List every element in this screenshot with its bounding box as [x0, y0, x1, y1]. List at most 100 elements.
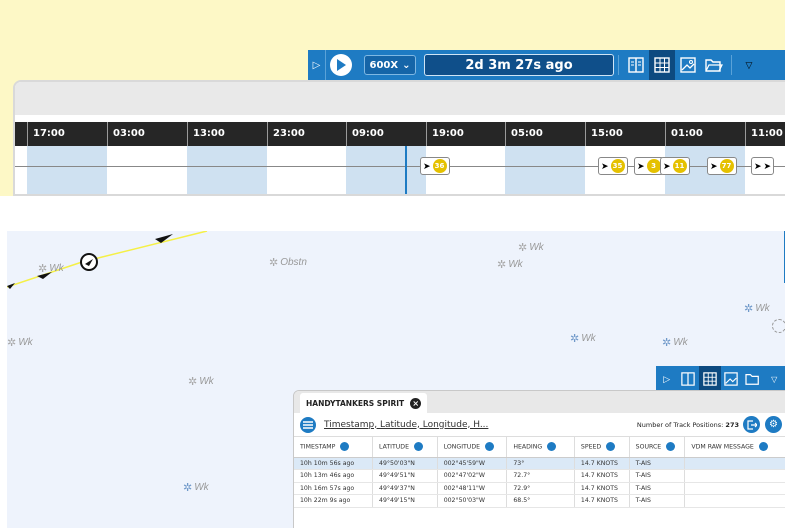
table-view-button[interactable] [649, 50, 675, 80]
cell-vdm-raw-message [684, 457, 785, 470]
wreck-label[interactable]: ✲ Wk [38, 262, 64, 275]
wreck-label[interactable]: ✲ Wk [497, 258, 523, 271]
table-row[interactable]: 10h 13m 46s ago 49°49'51"N 002°47'02"W 7… [294, 469, 785, 483]
track-marker[interactable]: ➤ 77 [707, 157, 737, 175]
cluster-marker[interactable] [772, 319, 785, 333]
heading-arrow-icon: ➤ [601, 160, 609, 171]
heading-arrow-icon: ➤ [423, 160, 431, 171]
image-export-button[interactable] [675, 50, 701, 80]
cell-longitude: 002°47'02"W [437, 469, 508, 483]
vessel-position-icon[interactable] [80, 253, 98, 271]
collapse-toolbar-button[interactable]: ▷ [308, 50, 326, 80]
column-header-speed[interactable]: SPEED [574, 437, 630, 458]
sort-icon[interactable] [666, 442, 676, 452]
sort-icon[interactable] [413, 442, 423, 452]
wreck-label[interactable]: ✲ Wk [744, 302, 770, 315]
sort-icon[interactable] [485, 442, 495, 452]
tab-vessel[interactable]: HANDYTANKERS SPIRIT × [300, 393, 428, 413]
tick-label: 09:00 [352, 128, 384, 139]
timeline-panel: 17:00 03:00 13:00 23:00 09:00 19:00 05:0… [13, 80, 785, 196]
play-icon [330, 54, 352, 76]
tick-label: 01:00 [671, 128, 703, 139]
table-menu-button[interactable]: ▽ [764, 366, 785, 392]
ruler-tick [107, 122, 108, 146]
close-icon[interactable]: × [410, 397, 422, 409]
gear-icon: ⚙ [769, 419, 778, 430]
search-input[interactable]: Timestamp, Latitude, Longitude, H... [324, 420, 488, 430]
cell-vdm-raw-message [684, 482, 785, 495]
cell-longitude: 002°50'03"W [437, 494, 508, 508]
cell-vdm-raw-message [684, 469, 785, 483]
split-view-button[interactable] [623, 50, 649, 80]
cell-heading: 72.9° [506, 482, 575, 495]
wreck-label-text: Wk [529, 242, 544, 253]
wreck-label[interactable]: ✲ Wk [518, 241, 544, 254]
column-header-source[interactable]: SOURCE [629, 437, 686, 458]
table-grid-icon [703, 372, 717, 386]
column-label: HEADING [513, 443, 543, 451]
sort-icon[interactable] [606, 442, 616, 452]
wreck-label-text: Wk [755, 303, 770, 314]
track-positions-panel: HANDYTANKERS SPIRIT × Timestamp, Latitud… [293, 390, 785, 528]
column-label: VDM RAW MESSAGE [691, 443, 754, 451]
table-row[interactable]: 10h 22m 9s ago 49°49'15"N 002°50'03"W 68… [294, 494, 785, 508]
wreck-label[interactable]: ✲ Wk [662, 336, 688, 349]
cell-heading: 73° [506, 457, 575, 470]
playback-speed-select[interactable]: 600X ⌄ [364, 55, 416, 75]
split-view-button[interactable] [678, 366, 700, 392]
tick-label: 11:00 [751, 128, 783, 139]
settings-button[interactable]: ⚙ [765, 416, 782, 433]
playback-speed-value: 600X [369, 59, 399, 71]
image-export-button[interactable] [721, 366, 743, 392]
ruler-tick [585, 122, 586, 146]
track-marker[interactable]: ➤ 11 [660, 157, 690, 175]
column-label: TIMESTAMP [300, 443, 336, 451]
wreck-label[interactable]: ✲ Wk [570, 332, 596, 345]
column-header-longitude[interactable]: LONGITUDE [437, 437, 508, 458]
sort-icon[interactable] [547, 442, 557, 452]
wreck-label-text: Wk [194, 482, 209, 493]
playback-toolbar: ▷ 600X ⌄ 2d 3m 27s ago ▽ [308, 50, 785, 80]
event-count-badge: 77 [719, 159, 734, 173]
obstruction-label-text: Obstn [280, 257, 307, 268]
elapsed-time-display[interactable]: 2d 3m 27s ago [424, 54, 614, 76]
column-header-latitude[interactable]: LATITUDE [372, 437, 438, 458]
track-marker[interactable]: ➤ 35 [598, 157, 628, 175]
wreck-label[interactable]: ✲ Wk [7, 336, 33, 349]
image-icon [724, 372, 738, 386]
table-row[interactable]: 10h 10m 56s ago 49°50'03"N 002°45'59"W 7… [294, 457, 785, 470]
table-row[interactable]: 10h 16m 57s ago 49°49'37"N 002°48'11"W 7… [294, 482, 785, 495]
wreck-label[interactable]: ✲ Wk [188, 375, 214, 388]
collapse-table-toolbar-button[interactable]: ▷ [656, 366, 678, 392]
split-view-icon [628, 57, 644, 73]
wreck-label[interactable]: ✲ Wk [183, 481, 209, 494]
obstruction-label[interactable]: ✲ Obstn [269, 256, 307, 269]
heading-arrow-icon: ➤ [663, 160, 671, 171]
cell-heading: 68.5° [506, 494, 575, 508]
column-label: SOURCE [635, 443, 662, 451]
track-marker[interactable]: ➤ ➤ [751, 157, 775, 175]
column-header-heading[interactable]: HEADING [506, 437, 575, 458]
tick-label: 19:00 [432, 128, 464, 139]
tick-label: 15:00 [591, 128, 623, 139]
open-folder-button[interactable] [742, 366, 764, 392]
toolbar-menu-button[interactable]: ▽ [736, 50, 762, 80]
list-toggle-button[interactable] [300, 416, 316, 433]
track-marker[interactable]: ➤ 36 [420, 157, 450, 175]
playhead-cursor[interactable] [405, 146, 407, 194]
column-header-timestamp[interactable]: TIMESTAMP [294, 437, 374, 458]
open-folder-button[interactable] [701, 50, 727, 80]
column-header-vdm-raw-message[interactable]: VDM RAW MESSAGE [684, 437, 785, 458]
sort-icon[interactable] [758, 442, 768, 452]
ruler-tick [187, 122, 188, 146]
toolbar-divider [618, 55, 619, 75]
ruler-tick [426, 122, 427, 146]
export-button[interactable] [743, 416, 760, 433]
wreck-icon: ✲ [570, 333, 580, 345]
chevron-right-icon: ▷ [312, 59, 321, 71]
wreck-label-text: Wk [508, 259, 523, 270]
play-button[interactable] [326, 50, 356, 80]
sort-icon[interactable] [340, 442, 350, 452]
timeline-band [27, 146, 107, 194]
table-view-button[interactable] [699, 366, 721, 392]
